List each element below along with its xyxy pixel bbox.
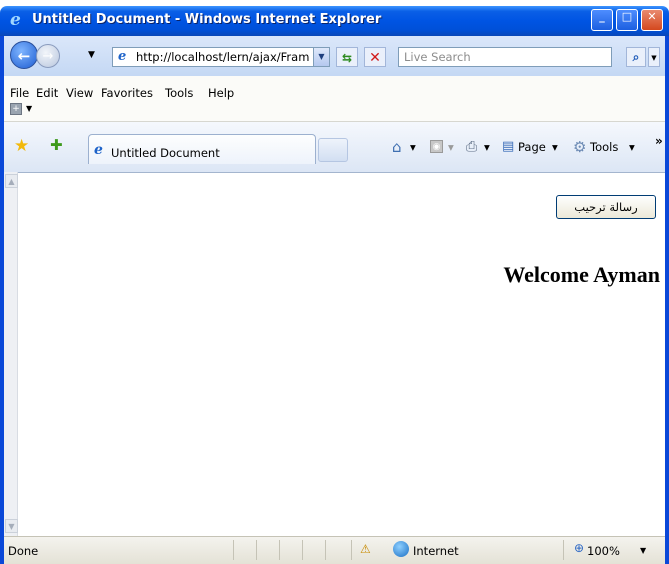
status-divider: [325, 540, 326, 560]
security-zone[interactable]: Internet: [413, 544, 459, 558]
page-content: [4, 172, 665, 536]
scroll-down-icon[interactable]: ▼: [5, 519, 18, 533]
tab-label[interactable]: Untitled Document: [111, 146, 220, 160]
menu-edit[interactable]: Edit: [36, 86, 58, 100]
status-divider: [351, 540, 352, 560]
page-ie-icon: e: [118, 49, 127, 64]
page-menu-button[interactable]: Page: [518, 140, 546, 154]
menu-help[interactable]: Help: [208, 86, 234, 100]
search-options-dropdown-icon[interactable]: ▼: [648, 47, 660, 67]
welcome-heading: Welcome Ayman: [503, 262, 660, 287]
tools-menu-button[interactable]: Tools: [590, 140, 618, 154]
zoom-icon[interactable]: ⊕: [574, 541, 584, 555]
feeds-icon[interactable]: ◉: [430, 140, 443, 153]
more-commands-chevron-icon[interactable]: »: [655, 134, 663, 148]
status-text: Done: [8, 544, 39, 558]
print-icon[interactable]: ⎙: [466, 139, 477, 155]
links-toolbar-icon[interactable]: +: [10, 103, 22, 115]
tools-gear-icon[interactable]: ⚙: [573, 138, 586, 156]
status-divider: [256, 540, 257, 560]
zoom-level[interactable]: 100%: [587, 544, 620, 558]
home-icon[interactable]: ⌂: [392, 138, 402, 156]
links-dropdown-icon[interactable]: ▼: [26, 104, 32, 113]
maximize-button[interactable]: □: [616, 9, 638, 31]
zoom-dropdown-icon[interactable]: ▼: [640, 546, 646, 555]
vertical-scrollbar[interactable]: [4, 172, 18, 536]
menu-tools[interactable]: Tools: [165, 86, 193, 100]
status-divider: [233, 540, 234, 560]
search-icon[interactable]: ⌕: [626, 47, 646, 67]
minimize-button[interactable]: _: [591, 9, 613, 31]
search-placeholder[interactable]: Live Search: [404, 50, 471, 64]
menu-favorites[interactable]: Favorites: [101, 86, 153, 100]
internet-zone-globe-icon[interactable]: [393, 541, 409, 557]
add-favorites-icon[interactable]: ✚: [50, 136, 63, 154]
status-bar: [4, 536, 665, 564]
recent-pages-dropdown-icon[interactable]: ▼: [88, 50, 95, 60]
page-menu-icon[interactable]: ▤: [502, 139, 514, 154]
address-dropdown-icon[interactable]: ▼: [313, 48, 329, 66]
status-divider: [302, 540, 303, 560]
stop-button[interactable]: ✕: [364, 47, 386, 67]
new-tab-button[interactable]: [318, 138, 348, 162]
tab-ie-icon: e: [94, 142, 103, 158]
home-dropdown-icon[interactable]: ▾: [410, 140, 416, 154]
favorites-center-icon[interactable]: ★: [14, 136, 29, 156]
forward-button[interactable]: →: [36, 44, 60, 68]
window-frame-right: [665, 36, 669, 564]
ie-logo-icon: e: [10, 10, 21, 30]
protected-mode-icon[interactable]: ⚠: [360, 542, 371, 556]
page-dropdown-icon[interactable]: ▾: [552, 140, 558, 154]
status-divider: [279, 540, 280, 560]
address-url[interactable]: http://localhost/lern/ajax/Fram: [136, 50, 314, 64]
scroll-up-icon[interactable]: ▲: [5, 174, 18, 188]
status-divider: [563, 540, 564, 560]
tools-dropdown-icon[interactable]: ▾: [629, 140, 635, 154]
back-button[interactable]: ←: [10, 41, 38, 69]
welcome-message-button[interactable]: رسالة ترحيب: [556, 195, 656, 219]
menu-file[interactable]: File: [10, 86, 29, 100]
print-dropdown-icon[interactable]: ▾: [484, 140, 490, 154]
window-title: Untitled Document - Windows Internet Exp…: [32, 12, 382, 27]
feeds-dropdown-icon: ▾: [448, 140, 454, 154]
refresh-button[interactable]: ⇆: [336, 47, 358, 67]
close-button[interactable]: ✕: [641, 9, 663, 31]
menu-view[interactable]: View: [66, 86, 93, 100]
